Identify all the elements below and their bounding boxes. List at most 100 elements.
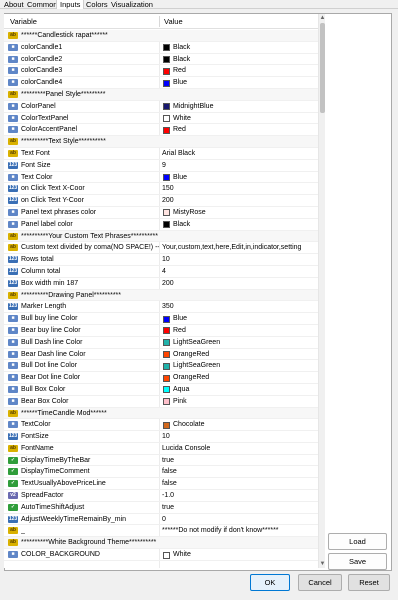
table-row[interactable]: ■ Bear Dash line Color OrangeRed	[4, 349, 318, 361]
table-row[interactable]: ■ TextColor Chocolate	[4, 419, 318, 432]
table-row[interactable]: ab ******Candlestick rapat******	[4, 30, 318, 42]
variable-value[interactable]: OrangeRed	[173, 372, 317, 384]
color-swatch[interactable]	[163, 327, 170, 335]
scroll-up-arrow-icon[interactable]: ▲	[319, 14, 326, 22]
scrollbar-thumb[interactable]	[320, 23, 325, 113]
table-row[interactable]: 123 Box width min 187 200	[4, 278, 318, 290]
variable-value[interactable]: 10	[162, 431, 317, 443]
table-row[interactable]: ■ Bear buy line Color Red	[4, 325, 318, 337]
variable-value[interactable]: true	[162, 455, 317, 467]
variable-value[interactable]	[162, 30, 317, 42]
table-row[interactable]: ■ colorCandle1 Black	[4, 42, 318, 54]
color-swatch[interactable]	[163, 67, 170, 75]
variable-value[interactable]	[162, 136, 317, 148]
variable-value[interactable]: Blue	[173, 77, 317, 89]
tab-inputs[interactable]: Inputs	[56, 0, 85, 9]
vertical-scrollbar[interactable]: ▲ ▼	[318, 14, 325, 568]
variable-value[interactable]: Red	[173, 325, 317, 337]
variable-value[interactable]	[162, 231, 317, 243]
variable-value[interactable]: Red	[173, 65, 317, 77]
table-row[interactable]: ab Custom text divided by coma(NO SPACE!)…	[4, 242, 318, 255]
variable-value[interactable]: Black	[173, 54, 317, 66]
variable-value[interactable]	[162, 89, 317, 101]
variable-value[interactable]	[162, 408, 317, 420]
color-swatch[interactable]	[163, 115, 170, 123]
variable-value[interactable]: Arial Black	[162, 148, 317, 160]
table-row[interactable]: 123 Font Size 9	[4, 160, 318, 172]
table-row[interactable]: ab **********Text Style**********	[4, 136, 318, 148]
table-row[interactable]: ab FontName Lucida Console	[4, 443, 318, 455]
variable-value[interactable]: -1.0	[162, 490, 317, 502]
variable-value[interactable]: 10	[162, 254, 317, 266]
variable-value[interactable]: 200	[162, 195, 317, 207]
variable-value[interactable]: Your,custom,text,here,Edit,in,indicator,…	[162, 242, 317, 254]
table-row[interactable]: ✓ DisplayTimeComment false	[4, 466, 318, 479]
table-row[interactable]: ■ Panel text phrases color MistyRose	[4, 207, 318, 219]
ok-button[interactable]: OK	[250, 574, 290, 591]
variable-value[interactable]: 150	[162, 183, 317, 195]
save-button[interactable]: Save	[328, 553, 387, 570]
color-swatch[interactable]	[163, 209, 170, 217]
table-row[interactable]: ■ ColorAccentPanel Red	[4, 124, 318, 137]
table-row[interactable]: 123 Marker Length 350	[4, 301, 318, 314]
table-row[interactable]: ✓ DisplayTimeByTheBar true	[4, 455, 318, 467]
variable-value[interactable]: White	[173, 549, 317, 561]
table-row[interactable]: ab **********Drawing Panel**********	[4, 289, 318, 302]
table-row[interactable]: 123 Column total 4	[4, 266, 318, 278]
color-swatch[interactable]	[163, 315, 170, 323]
table-row[interactable]: ab ******TimeCandle Mod******	[4, 407, 318, 420]
table-row[interactable]: 123 FontSize 10	[4, 431, 318, 443]
color-swatch[interactable]	[163, 398, 170, 406]
column-separator[interactable]	[159, 16, 160, 27]
color-swatch[interactable]	[163, 103, 170, 111]
variable-value[interactable]: Chocolate	[173, 419, 317, 431]
color-swatch[interactable]	[163, 551, 170, 559]
column-header-value[interactable]: Value	[164, 14, 183, 29]
table-row[interactable]: ■ colorCandle2 Black	[4, 54, 318, 66]
table-row[interactable]: ■ ColorTextPanel White	[4, 113, 318, 125]
table-row[interactable]: ■ ColorPanel MidnightBlue	[4, 101, 318, 113]
table-row[interactable]: ■ Panel label color Black	[4, 219, 318, 231]
table-row[interactable]: ab Text Font Arial Black	[4, 148, 318, 160]
table-row[interactable]: ■ Text Color Blue	[4, 172, 318, 184]
tab-about[interactable]: About	[1, 0, 27, 9]
color-swatch[interactable]	[163, 126, 170, 134]
variable-value[interactable]: MidnightBlue	[173, 101, 317, 113]
table-row[interactable]: ab _ ******Do not modify if don't know****…	[4, 525, 318, 538]
variable-value[interactable]: 4	[162, 266, 317, 278]
table-row[interactable]: ■ COLOR_BACKGROUND White	[4, 549, 318, 561]
color-swatch[interactable]	[163, 79, 170, 87]
load-button[interactable]: Load	[328, 533, 387, 550]
table-row[interactable]: 123 on Click Text Y-Coor 200	[4, 195, 318, 207]
variable-value[interactable]: Lucida Console	[162, 443, 317, 455]
table-row[interactable]: ■ colorCandle3 Red	[4, 65, 318, 78]
table-row[interactable]: ■ Bull Box Color Aqua	[4, 384, 318, 396]
reset-button[interactable]: Reset	[348, 574, 390, 591]
table-row[interactable]: ■ Bull Dash line Color LightSeaGreen	[4, 337, 318, 349]
table-row[interactable]: 123 AdjustWeeklyTimeRemainBy_min 0	[4, 514, 318, 526]
variable-value[interactable]: Black	[173, 219, 317, 231]
variable-value[interactable]: false	[162, 466, 317, 478]
variable-value[interactable]: 350	[162, 301, 317, 313]
color-swatch[interactable]	[163, 386, 170, 394]
variable-value[interactable]: Aqua	[173, 384, 317, 396]
table-row[interactable]: v2 SpreadFactor -1.0	[4, 490, 318, 502]
scroll-down-arrow-icon[interactable]: ▼	[319, 560, 326, 568]
variable-value[interactable]: White	[173, 113, 317, 125]
color-swatch[interactable]	[163, 351, 170, 359]
variable-value[interactable]: 200	[162, 278, 317, 290]
table-row[interactable]: 123 Rows total 10	[4, 254, 318, 266]
table-row[interactable]: ab **********White Background Theme******…	[4, 537, 318, 550]
color-swatch[interactable]	[163, 174, 170, 182]
variable-value[interactable]	[162, 290, 317, 302]
variable-value[interactable]: OrangeRed	[173, 349, 317, 361]
table-row[interactable]: ■ Bear Dot line Color OrangeRed	[4, 372, 318, 384]
table-row[interactable]: ✓ TextUsuallyAbovePriceLine false	[4, 478, 318, 491]
variable-value[interactable]: 0	[162, 514, 317, 526]
color-swatch[interactable]	[163, 221, 170, 229]
table-row[interactable]: ✓ AutoTimeShiftAdjust true	[4, 502, 318, 514]
table-row[interactable]: 123 on Click Text X-Coor 150	[4, 183, 318, 196]
variable-value[interactable]: Pink	[173, 396, 317, 408]
color-swatch[interactable]	[163, 421, 170, 429]
table-row[interactable]: ab *********Panel Style*********	[4, 88, 318, 101]
